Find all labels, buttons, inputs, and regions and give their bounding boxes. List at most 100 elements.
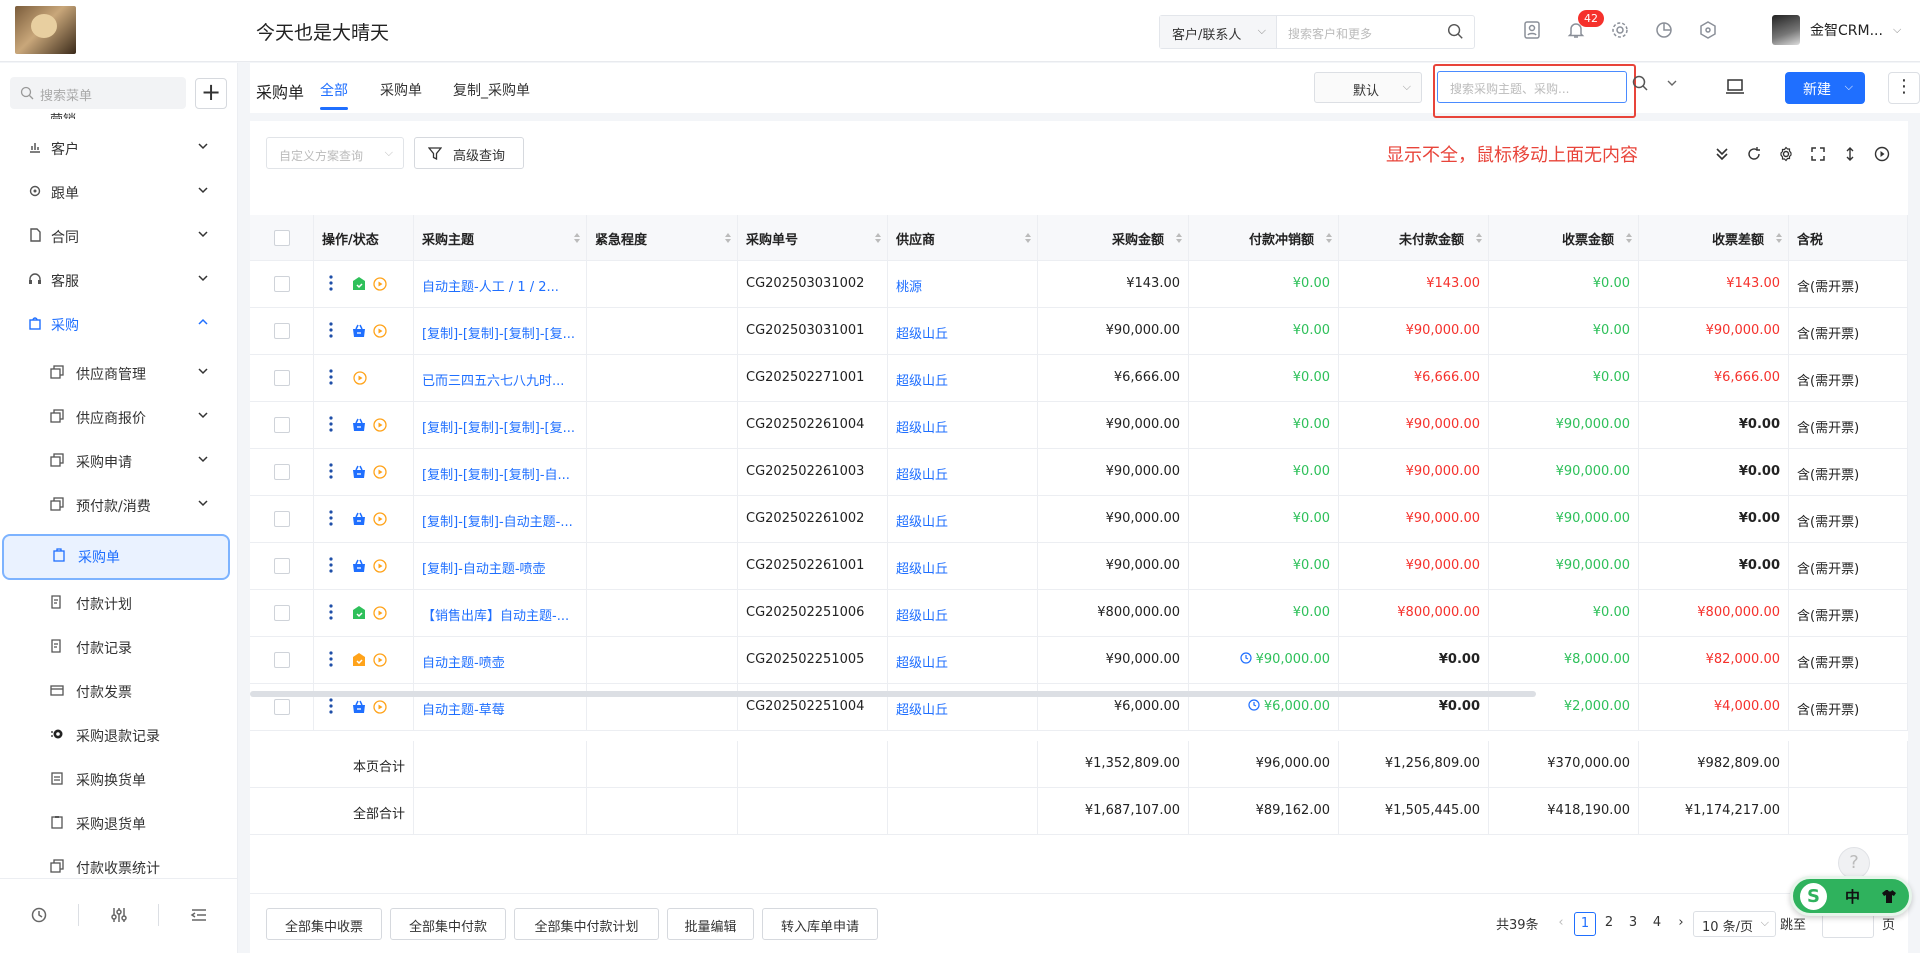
row-checkbox[interactable] (274, 323, 290, 339)
chevron-down-icon[interactable] (1666, 77, 1678, 89)
monitor-icon[interactable] (1726, 79, 1744, 95)
collapse-menu-icon[interactable] (190, 906, 208, 924)
select-all-checkbox[interactable] (274, 230, 290, 246)
pie-chart-icon[interactable] (1654, 20, 1674, 40)
sidebar-item-purchase[interactable]: 采购 (0, 302, 238, 346)
table-row[interactable]: [复制]-[复制]-[复制]-[复... CG202503031001 超级山丘 ¥9… (250, 308, 1908, 355)
contact-card-icon[interactable] (1522, 20, 1542, 40)
batch-edit-button[interactable]: 批量编辑 (667, 908, 754, 940)
batch-payment-plan-button[interactable]: 全部集中付款计划 (514, 908, 659, 940)
sidebar-subitem-supplier-mgmt[interactable]: 供应商管理 (0, 351, 238, 395)
sidebar-item-contract[interactable]: 合同 (0, 214, 238, 258)
sidebar-subitem-purchase-request[interactable]: 采购申请 (0, 439, 238, 483)
supplier-link[interactable]: 超级山丘 (888, 496, 1038, 542)
subject-link[interactable]: 【销售出库】自动主题-... (414, 590, 587, 636)
subject-link[interactable]: [复制]-[复制]-[复制]-[复... (414, 402, 587, 448)
row-menu-icon[interactable] (328, 650, 334, 668)
sort-icon[interactable] (874, 232, 882, 244)
table-row[interactable]: 已而三四五六七八九时... CG202502271001 超级山丘 ¥6,666.00… (250, 355, 1908, 402)
row-checkbox[interactable] (274, 558, 290, 574)
sort-icon[interactable] (1625, 232, 1633, 244)
notification-bell[interactable]: 42 (1566, 10, 1604, 40)
row-menu-icon[interactable] (328, 415, 334, 433)
batch-payment-button[interactable]: 全部集中付款 (390, 908, 506, 940)
table-row[interactable]: [复制]-[复制]-[复制]-自... CG202502261003 超级山丘 ¥90… (250, 449, 1908, 496)
supplier-link[interactable]: 桃源 (888, 261, 1038, 307)
sort-icon[interactable] (1775, 232, 1783, 244)
settings-icon[interactable] (1778, 146, 1794, 162)
subject-link[interactable]: 自动主题-喷壶 (414, 637, 587, 683)
table-row[interactable]: [复制]-自动主题-喷壶 CG202502261001 超级山丘 ¥90,000.00… (250, 543, 1908, 590)
help-button[interactable]: ? (1838, 847, 1870, 879)
subject-link[interactable]: 自动主题-人工 / 1 / 2... (414, 261, 587, 307)
sliders-icon[interactable] (110, 906, 128, 924)
row-height-icon[interactable] (1842, 146, 1858, 162)
add-menu-button[interactable]: + (195, 78, 227, 109)
row-checkbox[interactable] (274, 652, 290, 668)
sidebar-subitem-refund-record[interactable]: 采购退款记录 (0, 713, 238, 757)
purchase-search-input[interactable]: 搜索采购主题、采购... (1437, 71, 1627, 103)
next-page-icon[interactable]: › (1670, 912, 1692, 936)
prev-page-icon[interactable]: ‹ (1550, 912, 1572, 936)
supplier-link[interactable]: 超级山丘 (888, 590, 1038, 636)
row-checkbox[interactable] (274, 417, 290, 433)
more-options-button[interactable]: ⋮ (1888, 72, 1920, 104)
sort-icon[interactable] (1325, 232, 1333, 244)
supplier-link[interactable]: 超级山丘 (888, 449, 1038, 495)
sidebar-item-customer[interactable]: 客户 (0, 126, 238, 170)
tab-all[interactable]: 全部 (320, 80, 348, 100)
row-menu-icon[interactable] (328, 556, 334, 574)
fullscreen-icon[interactable] (1810, 146, 1826, 162)
sort-icon[interactable] (724, 232, 732, 244)
page-size-select[interactable]: 10 条/页 ⌵ (1693, 911, 1776, 937)
page-4[interactable]: 4 (1646, 912, 1668, 936)
row-checkbox[interactable] (274, 511, 290, 527)
row-menu-icon[interactable] (328, 274, 334, 292)
row-menu-icon[interactable] (328, 509, 334, 527)
sidebar-subitem-payment-plan[interactable]: 付款计划 (0, 581, 238, 625)
subject-link[interactable]: [复制]-自动主题-喷壶 (414, 543, 587, 589)
supplier-link[interactable]: 超级山丘 (888, 355, 1038, 401)
row-menu-icon[interactable] (328, 368, 334, 386)
row-menu-icon[interactable] (328, 697, 334, 715)
table-row[interactable]: 【销售出库】自动主题-... CG202502251006 超级山丘 ¥800,000… (250, 590, 1908, 637)
sidebar-subitem-prepayment[interactable]: 预付款/消费 (0, 483, 238, 527)
sidebar-subitem-supplier-quote[interactable]: 供应商报价 (0, 395, 238, 439)
subject-link[interactable]: [复制]-[复制]-[复制]-自... (414, 449, 587, 495)
sort-icon[interactable] (573, 232, 581, 244)
sort-icon[interactable] (1175, 232, 1183, 244)
sidebar-subitem-payment-record[interactable]: 付款记录 (0, 625, 238, 669)
row-checkbox[interactable] (274, 605, 290, 621)
new-button[interactable]: 新建 ⌵ (1785, 72, 1865, 104)
user-menu[interactable]: 金智CRM... ⌵ (1772, 15, 1901, 45)
view-select[interactable]: 默认 ⌵ (1314, 72, 1422, 103)
table-row[interactable]: 自动主题-人工 / 1 / 2... CG202503031002 桃源 ¥143.0… (250, 261, 1908, 308)
horizontal-scrollbar[interactable] (250, 691, 1536, 697)
sidebar-subitem-purchase-order[interactable]: 采购单 (2, 534, 230, 580)
advanced-query-button[interactable]: 高级查询 (414, 137, 524, 169)
table-row[interactable]: [复制]-[复制]-自动主题-... CG202502261002 超级山丘 ¥90,… (250, 496, 1908, 543)
page-3[interactable]: 3 (1622, 912, 1644, 936)
custom-filter-select[interactable]: 自定义方案查询 ⌵ (266, 137, 404, 169)
supplier-link[interactable]: 超级山丘 (888, 637, 1038, 683)
floating-widget[interactable]: S 中 (1790, 876, 1912, 916)
search-icon[interactable] (1630, 73, 1650, 93)
tab-purchase-order[interactable]: 采购单 (380, 80, 422, 100)
refresh-icon[interactable] (1746, 146, 1762, 162)
menu-search-input[interactable]: 搜索菜单 (10, 77, 186, 109)
row-checkbox[interactable] (274, 464, 290, 480)
search-icon[interactable] (1446, 22, 1464, 40)
sidebar-item-service[interactable]: 客服 (0, 258, 238, 302)
row-menu-icon[interactable] (328, 321, 334, 339)
play-circle-icon[interactable] (1874, 146, 1890, 162)
supplier-link[interactable]: 超级山丘 (888, 402, 1038, 448)
row-menu-icon[interactable] (328, 462, 334, 480)
subject-link[interactable]: [复制]-[复制]-自动主题-... (414, 496, 587, 542)
subject-link[interactable]: [复制]-[复制]-[复制]-[复... (414, 308, 587, 354)
sidebar-subitem-payment-invoice[interactable]: 付款发票 (0, 669, 238, 713)
table-row[interactable]: 自动主题-喷壶 CG202502251005 超级山丘 ¥90,000.00 ¥90,0… (250, 637, 1908, 684)
page-1[interactable]: 1 (1574, 912, 1596, 936)
supplier-link[interactable]: 超级山丘 (888, 543, 1038, 589)
history-icon[interactable] (30, 906, 48, 924)
tab-copy-purchase-order[interactable]: 复制_采购单 (453, 80, 530, 100)
